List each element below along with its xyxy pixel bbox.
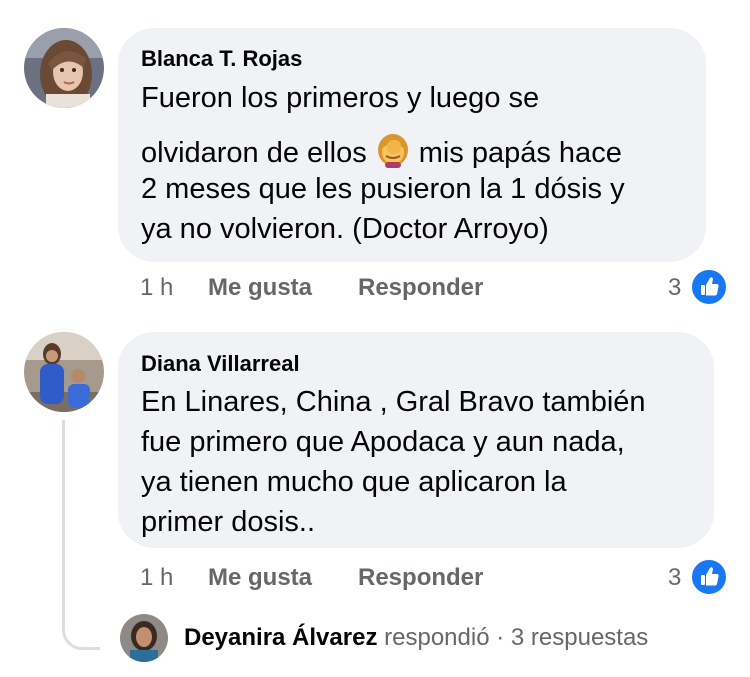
separator-dot: · xyxy=(496,624,505,651)
comment-text-line: ya tienen mucho que aplicaron la xyxy=(141,466,567,498)
comment-timestamp[interactable]: 1 h xyxy=(140,564,173,592)
thumbs-up-icon[interactable] xyxy=(690,268,728,306)
comment-text-line: primer dosis.. xyxy=(141,506,316,538)
comment-text-line: Fueron los primeros y luego se xyxy=(141,82,540,114)
reply-button[interactable]: Responder xyxy=(358,274,483,302)
avatar-diana[interactable] xyxy=(24,332,104,412)
comment-author[interactable]: Blanca T. Rojas xyxy=(141,46,302,72)
reply-count: 3 respuestas xyxy=(510,624,649,651)
view-replies-link[interactable]: Deyanira Álvarez respondió · 3 respuesta… xyxy=(184,624,648,652)
thread-connector-line xyxy=(62,420,100,650)
thumbs-up-icon[interactable] xyxy=(690,558,728,596)
reply-author: Deyanira Álvarez xyxy=(184,624,378,651)
comment-text-line: ya no volvieron. (Doctor Arroyo) xyxy=(141,213,549,245)
reaction-count[interactable]: 3 xyxy=(668,564,681,592)
avatar-blanca[interactable] xyxy=(24,28,104,108)
like-button[interactable]: Me gusta xyxy=(208,564,312,592)
comment-text-line: En Linares, China , Gral Bravo también xyxy=(141,386,646,418)
comment-text-line: olvidaron de ellos mis papás hace xyxy=(141,132,622,176)
reply-button[interactable]: Responder xyxy=(358,564,483,592)
face-palm-emoji-icon xyxy=(373,132,413,176)
comment-timestamp[interactable]: 1 h xyxy=(140,274,173,302)
comment-text-line: 2 meses que les pusieron la 1 dósis y xyxy=(141,173,625,205)
comment-text-line: fue primero que Apodaca y aun nada, xyxy=(141,426,625,458)
reaction-count[interactable]: 3 xyxy=(668,274,681,302)
reply-action-text: respondió xyxy=(384,624,490,651)
comment-text-fragment: olvidaron de ellos xyxy=(141,137,367,169)
comment-author[interactable]: Diana Villarreal xyxy=(141,351,300,377)
like-button[interactable]: Me gusta xyxy=(208,274,312,302)
avatar-deyanira[interactable] xyxy=(120,614,168,662)
comment-text-fragment: mis papás hace xyxy=(418,137,622,169)
